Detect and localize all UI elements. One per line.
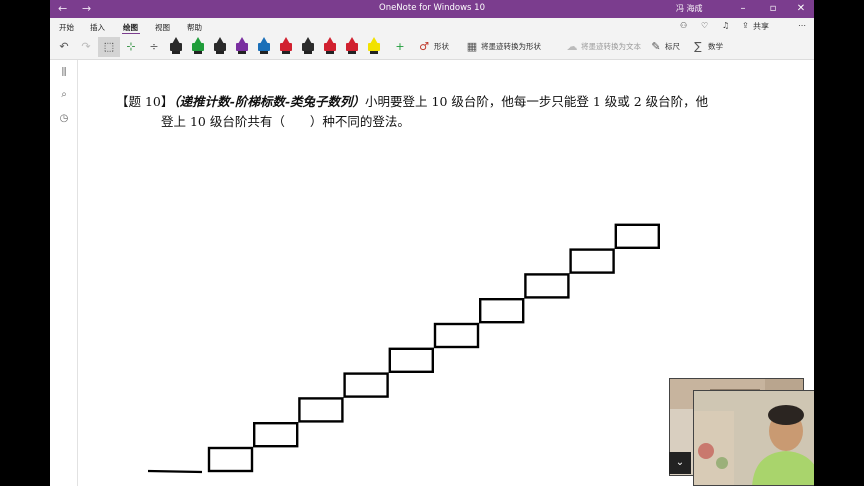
webcam-preview-student (693, 390, 814, 486)
pen-base (326, 51, 334, 54)
question-tag: （递推计数-阶梯标数-类兔子数列） (173, 94, 366, 109)
pen-body (236, 43, 248, 51)
more-options-icon[interactable]: ⋯ (798, 21, 806, 30)
pen-10[interactable] (366, 37, 382, 57)
stair-step (614, 223, 660, 250)
pen-body (214, 43, 226, 51)
stair-step (388, 347, 434, 373)
stair-step (252, 422, 299, 448)
question-line-2: 登上 10 级台阶共有（ ）种不同的登法。 (161, 114, 410, 129)
stair-step (569, 248, 615, 274)
pen-base (370, 51, 378, 54)
close-icon[interactable]: ✕ (790, 1, 812, 17)
add-pen-icon[interactable]: + (392, 39, 408, 55)
recent-icon[interactable]: ◷ (57, 112, 71, 126)
onenote-window: ← → OneNote for Windows 10 冯 海成 – ▫ ✕ 开始… (50, 0, 814, 486)
tab-draw[interactable]: 绘图 (123, 22, 138, 33)
share-icon[interactable]: ⇪ (742, 21, 749, 30)
add-space-icon[interactable]: ⊹ (123, 39, 139, 55)
pen-base (194, 51, 202, 54)
pen-8[interactable] (322, 37, 338, 57)
webcam-image-student (694, 391, 814, 485)
pen-base (304, 51, 312, 54)
pen-body (170, 43, 182, 51)
navigation-sidebar: ⫼ ⌕ ◷ (50, 60, 78, 486)
maximize-icon[interactable]: ▫ (762, 1, 784, 17)
user-name[interactable]: 冯 海成 (676, 3, 703, 14)
question-body: 小明要登上 10 级台阶，他每一步只能登 1 级或 2 级台阶，他 (365, 94, 709, 109)
ink-to-shape-icon[interactable]: ▦ (464, 39, 480, 55)
shapes-icon[interactable]: ♂ (416, 39, 432, 55)
ruler-button[interactable]: 标尺 (665, 41, 680, 52)
stair-step (207, 446, 254, 473)
pen-1[interactable] (168, 37, 184, 57)
pen-9[interactable] (344, 37, 360, 57)
pen-body (258, 43, 270, 51)
pen-body (280, 43, 292, 51)
pen-base (282, 51, 290, 54)
question-text: 【题 10】（递推计数-阶梯标数-类兔子数列）小明要登上 10 级台阶，他每一步… (116, 92, 796, 132)
ink-to-shape-button[interactable]: 将墨迹转换为形状 (481, 41, 541, 52)
search-icon[interactable]: ⌕ (57, 88, 71, 102)
question-prefix: 【题 10】 (116, 94, 174, 109)
tab-view[interactable]: 视图 (155, 22, 170, 33)
bell-icon[interactable]: ♫ (722, 21, 729, 30)
ink-to-text-button[interactable]: 将墨迹转换为文本 (581, 41, 641, 52)
stair-step (479, 298, 525, 324)
pen-6[interactable] (278, 37, 294, 57)
share-button[interactable]: 共享 (753, 21, 769, 32)
ribbon-tabs: 开始 插入 绘图 视图 帮助 ⚇ ♡ ♫ ⇪ 共享 ⋯ (50, 18, 814, 35)
tab-help[interactable]: 帮助 (187, 22, 202, 33)
tab-home[interactable]: 开始 (59, 22, 74, 33)
ruler-icon[interactable]: ✎ (648, 39, 664, 55)
undo-icon[interactable]: ↶ (56, 39, 72, 55)
lightbulb-icon[interactable]: ♡ (701, 21, 708, 30)
pen-5[interactable] (256, 37, 272, 57)
title-bar: ← → OneNote for Windows 10 冯 海成 – ▫ ✕ (50, 0, 814, 18)
redo-icon[interactable]: ↷ (78, 39, 94, 55)
pen-base (216, 51, 224, 54)
draw-toolbar: ↶ ↷ ⬚ ⊹ ÷ + ♂ 形状 ▦ 将墨迹转换为形状 ☁ 将墨迹转换为文本 ✎… (50, 34, 814, 60)
pen-body (302, 43, 314, 51)
notebooks-icon[interactable]: ⫼ (57, 66, 71, 80)
stair-step (343, 372, 389, 398)
pen-body (324, 43, 336, 51)
pen-body (192, 43, 204, 51)
math-icon[interactable]: ∑ (690, 39, 706, 55)
pen-body (346, 43, 358, 51)
pen-base (348, 51, 356, 54)
pen-3[interactable] (212, 37, 228, 57)
pen-body (368, 43, 380, 51)
tab-insert[interactable]: 插入 (90, 22, 105, 33)
pen-base (238, 51, 246, 54)
stair-step (433, 322, 480, 349)
math-button[interactable]: 数学 (708, 41, 723, 52)
lasso-select-icon[interactable]: ⬚ (101, 39, 117, 55)
pen-2[interactable] (190, 37, 206, 57)
pen-base (260, 51, 268, 54)
chevron-down-icon[interactable]: ⌄ (669, 452, 691, 474)
eraser-icon[interactable]: ÷ (146, 39, 162, 55)
pen-base (172, 51, 180, 54)
question-line-1: 【题 10】（递推计数-阶梯标数-类兔子数列）小明要登上 10 级台阶，他每一步… (116, 92, 796, 112)
shapes-button[interactable]: 形状 (434, 41, 449, 52)
minimize-icon[interactable]: – (732, 1, 754, 17)
pen-7[interactable] (300, 37, 316, 57)
stair-step (524, 273, 570, 299)
ink-to-text-icon[interactable]: ☁ (564, 39, 580, 55)
pen-4[interactable] (234, 37, 250, 57)
activity-icon[interactable]: ⚇ (680, 21, 687, 30)
ground-line (147, 469, 203, 474)
stair-step (298, 397, 344, 423)
